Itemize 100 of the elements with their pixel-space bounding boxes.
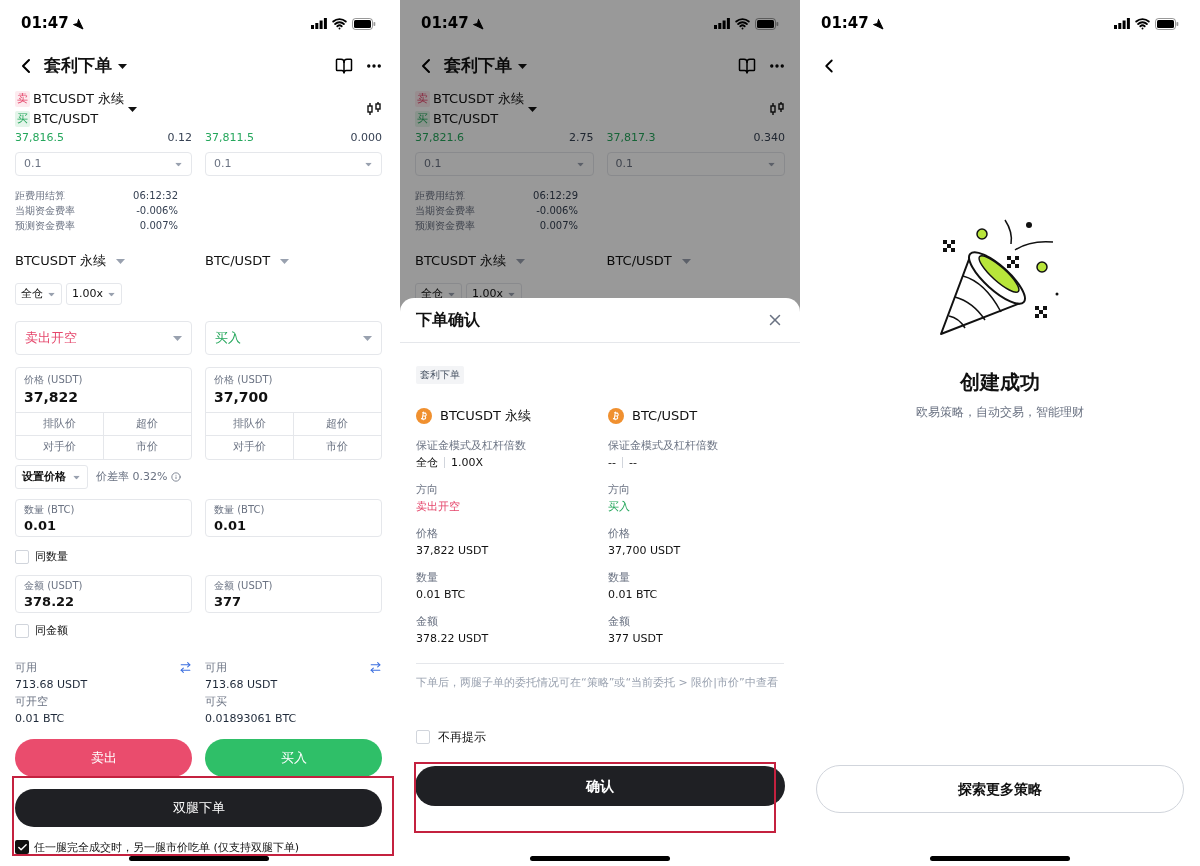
leverage: -- [628,455,637,471]
caret-icon [173,335,182,341]
max-value: 0.01893061 BTC [205,711,297,727]
direction-value: 买入 [608,499,630,515]
caret-icon [128,106,138,112]
explore-button[interactable]: 探索更多策略 [816,765,1184,813]
status-time: 01:47 [421,13,469,35]
price-option[interactable]: 超价 [103,413,191,436]
book-price: 37,816.5 [15,131,64,145]
price-option[interactable]: 市价 [293,436,381,459]
caret-icon [116,258,126,264]
margin-select[interactable]: 1.00x [66,283,122,305]
submit-button[interactable]: 双腿下单 [15,789,382,827]
depth-select[interactable]: 0.1 [15,152,192,176]
signal-icon [714,18,730,29]
spread-rate: 价差率 0.32% [96,468,168,485]
margin-select[interactable]: 全仓 [15,283,62,305]
pair-name[interactable]: BTCUSDT 永续 [33,91,125,107]
caret-icon [681,258,691,264]
funding-value: 0.007% [539,219,578,233]
caret-icon [448,292,455,296]
quantity-field[interactable]: 数量 (BTC) 0.01 [15,499,192,537]
funding-value: 0.007% [139,219,178,233]
field-value: 377 USDT [608,631,663,647]
status-time: 01:47 [21,13,69,35]
caret-icon [768,162,775,166]
price-field[interactable]: 价格 (USDT) 37,700 [206,368,381,412]
max-label: 可开空 [15,694,48,710]
caret-icon [516,258,526,264]
price-option[interactable]: 超价 [293,413,381,436]
funding-label: 预测资金费率 [15,219,75,233]
location-arrow-icon [71,17,84,30]
location-arrow-icon [871,17,884,30]
funding-label: 当期资金费率 [15,204,75,218]
price-option[interactable]: 排队价 [206,413,294,436]
instrument-select[interactable]: BTCUSDT 永续 [415,251,507,271]
funding-value: -0.006% [136,204,178,218]
strategy-tag: 套利下单 [416,366,464,384]
funding-value: -0.006% [536,204,578,218]
order-button[interactable]: 卖出 [15,739,192,777]
caret-icon [528,106,538,112]
price-option[interactable]: 对手价 [206,436,294,459]
wifi-icon [332,16,347,31]
direction-select[interactable]: 卖出开空 [15,321,192,355]
candlestick-icon[interactable] [366,101,382,117]
caret-icon [175,162,182,166]
field-label: 方向 [416,482,439,498]
pair-name[interactable]: BTC/USDT [433,111,499,127]
checkbox-label: 任一腿完全成交时，另一腿市价吃单 (仅支持双腿下单) [34,840,300,854]
amount-field[interactable]: 金额 (USDT) 378.22 [15,575,192,613]
coin-icon [416,408,432,424]
book-icon[interactable] [738,57,756,75]
caret-icon [73,475,80,479]
field-label: 数量 [608,570,631,586]
funding-label: 预测资金费率 [415,219,475,233]
pair-name[interactable]: BTCUSDT 永续 [433,91,525,107]
margin-mode: -- [608,455,616,471]
depth-select[interactable]: 0.1 [415,152,594,176]
price-option[interactable]: 排队价 [16,413,104,436]
candlestick-icon[interactable] [769,101,785,117]
field-label: 价格 [416,526,439,542]
available-value: 713.68 USDT [205,677,279,693]
signal-icon [311,18,327,29]
checkbox[interactable] [15,550,29,564]
price-option[interactable]: 对手价 [16,436,104,459]
field-label: 价格 [608,526,631,542]
price-mode-select[interactable]: 设置价格 [15,465,88,489]
depth-select[interactable]: 0.1 [606,152,785,176]
depth-select[interactable]: 0.1 [205,152,382,176]
pair-name[interactable]: BTC/USDT [33,111,99,127]
leg-name: BTC/USDT [632,407,698,426]
page-title[interactable]: 套利下单 [444,53,512,79]
caret-icon [108,292,115,296]
field-label: 金额 [416,614,439,630]
available-label: 可用 [205,660,227,676]
book-icon[interactable] [335,57,353,75]
transfer-icon[interactable] [369,661,382,674]
transfer-icon[interactable] [179,661,192,674]
field-label: 保证金模式及杠杆倍数 [416,438,527,454]
confirm-button[interactable]: 确认 [415,766,785,806]
checkbox[interactable] [416,730,430,744]
instrument-select[interactable]: BTC/USDT [205,251,271,271]
location-arrow-icon [471,17,484,30]
caret-icon [48,292,55,296]
margin-mode: 全仓 [416,455,438,471]
sheet-note: 下单后，两腿子单的委托情况可在“策略”或“当前委托 > 限价|市价”中查看 [416,675,779,691]
side-tag: 买 [415,111,430,127]
amount-field[interactable]: 金额 (USDT) 377 [205,575,382,613]
price-field[interactable]: 价格 (USDT) 37,822 [16,368,191,412]
page-title[interactable]: 套利下单 [44,53,112,79]
checkbox[interactable] [15,624,29,638]
battery-icon [1155,17,1179,30]
available-value: 713.68 USDT [15,677,89,693]
coin-icon [608,408,624,424]
book-size: 0.000 [350,131,382,145]
checkbox[interactable] [15,840,29,854]
quantity-field[interactable]: 数量 (BTC) 0.01 [205,499,382,537]
instrument-select[interactable]: BTC/USDT [606,251,672,271]
instrument-select[interactable]: BTCUSDT 永续 [15,251,107,271]
price-option[interactable]: 市价 [103,436,191,459]
